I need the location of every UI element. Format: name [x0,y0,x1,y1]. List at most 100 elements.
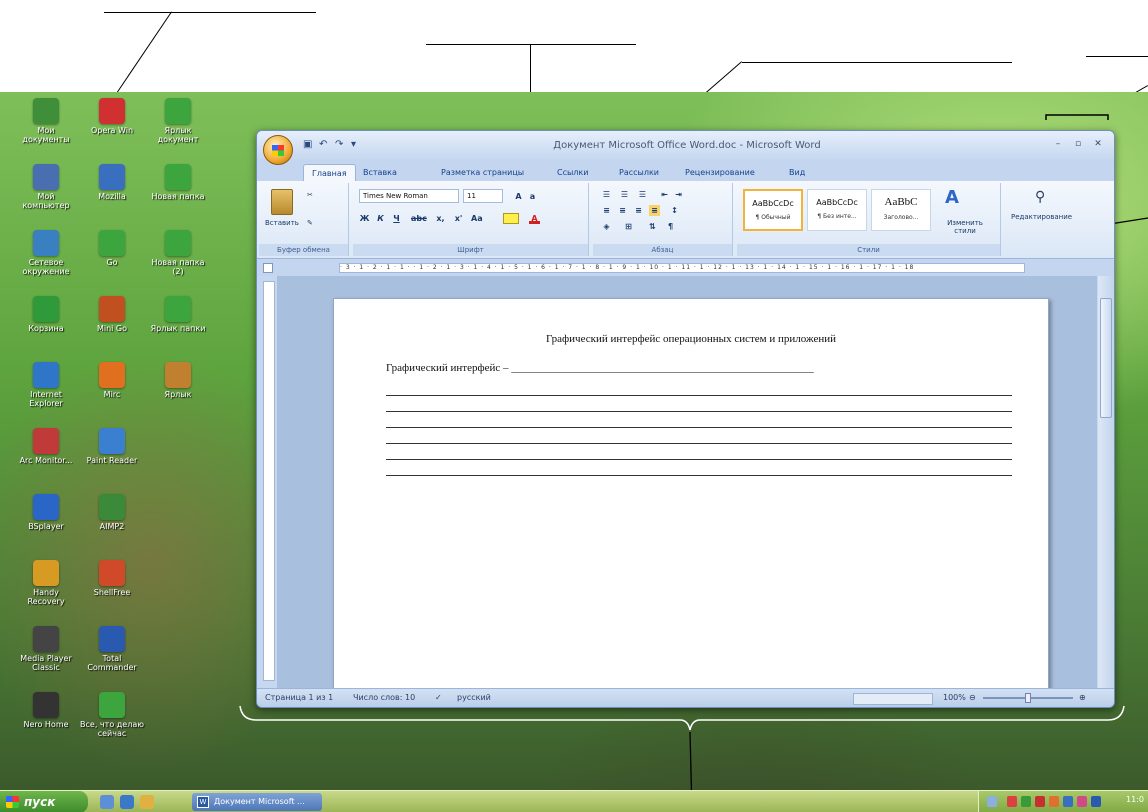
line-spacing-icon[interactable]: ↕ [669,205,680,216]
shrink-font-icon[interactable]: a [527,191,538,202]
zoom-slider[interactable] [983,693,1073,703]
change-styles-button[interactable]: Изменить стили [937,219,993,235]
office-button[interactable] [263,135,293,165]
italic-icon[interactable]: К [375,213,386,224]
desktop-icon[interactable]: Mirc [80,362,144,399]
quicklaunch-icon[interactable] [120,795,134,809]
desktop-icon[interactable]: Мой компьютер [14,164,78,210]
tray-icon[interactable] [1091,796,1101,807]
desktop-icon[interactable]: Все, что делаю сейчас [80,692,144,738]
subscript-icon[interactable]: x, [435,213,446,224]
binoculars-icon[interactable]: ⚲ [1035,189,1045,205]
desktop-icon[interactable]: Ярлык папки [146,296,210,333]
borders-icon[interactable]: ⊞ [623,221,634,232]
page-count[interactable]: Страница 1 из 1 [265,693,333,702]
font-name-box[interactable]: Times New Roman [359,189,459,203]
desktop-icon[interactable]: Корзина [14,296,78,333]
undo-icon[interactable]: ↶ [319,139,331,151]
strikethrough-icon[interactable]: abc [411,213,427,224]
desktop-icon[interactable]: Новая папка (2) [146,230,210,276]
scroll-thumb[interactable] [1100,298,1112,418]
tab-review[interactable]: Рецензирование [677,164,763,181]
paste-icon[interactable] [271,189,293,215]
desktop-icon[interactable]: AIMP2 [80,494,144,531]
desktop-icon[interactable]: Mini Go [80,296,144,333]
desktop-icon[interactable]: Go [80,230,144,267]
paste-button[interactable]: Вставить [265,219,299,227]
desktop-icon[interactable]: Internet Explorer [14,362,78,408]
highlight-icon[interactable] [503,213,519,224]
desktop-icon[interactable]: Arc Monitor... [14,428,78,465]
desktop-icon[interactable]: BSplayer [14,494,78,531]
tray-icon[interactable] [1049,796,1059,807]
desktop-icon[interactable]: Мои документы [14,98,78,144]
desktop-icon[interactable]: Сетевое окружение [14,230,78,276]
desktop-icon[interactable]: Новая папка [146,164,210,201]
quick-access-more-icon[interactable]: ▾ [351,139,363,151]
tray-icon[interactable] [987,796,997,807]
font-size-box[interactable]: 11 [463,189,503,203]
tab-references[interactable]: Ссылки [549,164,596,181]
redo-icon[interactable]: ↷ [335,139,347,151]
tray-icon[interactable] [1021,796,1031,807]
ruler-scale[interactable]: · 3 · 1 · 2 · 1 · 1 · · 1 · 2 · 1 · 3 · … [339,263,1025,273]
style-normal[interactable]: AaBbCcDc ¶ Обычный [743,189,803,231]
tab-mailings[interactable]: Рассылки [611,164,667,181]
zoom-knob[interactable] [1025,693,1031,703]
show-marks-icon[interactable]: ¶ [665,221,676,232]
desktop-icon[interactable]: Mozilla [80,164,144,201]
multilevel-list-icon[interactable]: ☰ [637,189,648,200]
numbering-icon[interactable]: ☰ [619,189,630,200]
tab-home[interactable]: Главная [303,164,356,181]
ruler-toggle-icon[interactable] [263,263,273,273]
taskbar-word-button[interactable]: W Документ Microsoft ... [192,793,322,811]
desktop-icon[interactable]: Handy Recovery [14,560,78,606]
word-count[interactable]: Число слов: 10 [353,693,415,702]
desktop-icon[interactable]: Nero Home [14,692,78,729]
quicklaunch-icon[interactable] [140,795,154,809]
bullets-icon[interactable]: ☰ [601,189,612,200]
grow-font-icon[interactable]: A [513,191,524,202]
clock[interactable]: 11:0 [1126,795,1144,804]
quicklaunch-icon[interactable] [100,795,114,809]
spellcheck-icon[interactable]: ✓ [435,693,442,702]
align-left-icon[interactable]: ≡ [601,205,612,216]
zoom-level[interactable]: 100% [943,693,966,702]
justify-icon[interactable]: ≡ [649,205,660,216]
desktop-icon[interactable]: ShellFree [80,560,144,597]
desktop-icon[interactable]: Paint Reader [80,428,144,465]
tray-icon[interactable] [1035,796,1045,807]
maximize-button[interactable]: ▫ [1069,137,1087,151]
superscript-icon[interactable]: x' [453,213,464,224]
underline-icon[interactable]: Ч [391,213,402,224]
style-heading[interactable]: AaBbC Заголово... [871,189,931,231]
zoom-in-icon[interactable]: ⊕ [1079,693,1086,702]
sort-icon[interactable]: ⇅ [647,221,658,232]
tray-icon[interactable] [1063,796,1073,807]
desktop-icon[interactable]: Ярлык документ [146,98,210,144]
zoom-out-icon[interactable]: ⊖ [969,693,976,702]
desktop-icon[interactable]: Ярлык [146,362,210,399]
vertical-scrollbar[interactable] [1098,276,1114,688]
desktop-icon[interactable]: Opera Win [80,98,144,135]
document-page[interactable]: Графический интерфейс операционных систе… [333,298,1049,698]
view-buttons[interactable] [853,693,933,705]
language[interactable]: русский [457,693,491,702]
decrease-indent-icon[interactable]: ⇤ [659,189,670,200]
align-center-icon[interactable]: ≡ [617,205,628,216]
editing-button[interactable]: Редактирование [1011,213,1072,221]
save-icon[interactable]: ▣ [303,139,315,151]
tray-icon[interactable] [1007,796,1017,807]
cut-icon[interactable]: ✂ [307,191,313,199]
font-color-icon[interactable]: A [529,213,540,224]
start-button[interactable]: пуск [0,791,88,812]
close-button[interactable]: ✕ [1089,137,1107,151]
change-styles-icon[interactable]: A [945,187,959,208]
increase-indent-icon[interactable]: ⇥ [673,189,684,200]
change-case-icon[interactable]: Aa [471,213,483,224]
desktop-icon[interactable]: Total Commander [80,626,144,672]
tray-icon[interactable] [1077,796,1087,807]
tab-insert[interactable]: Вставка [355,164,405,181]
format-painter-icon[interactable]: ✎ [307,219,313,227]
minimize-button[interactable]: – [1049,137,1067,151]
